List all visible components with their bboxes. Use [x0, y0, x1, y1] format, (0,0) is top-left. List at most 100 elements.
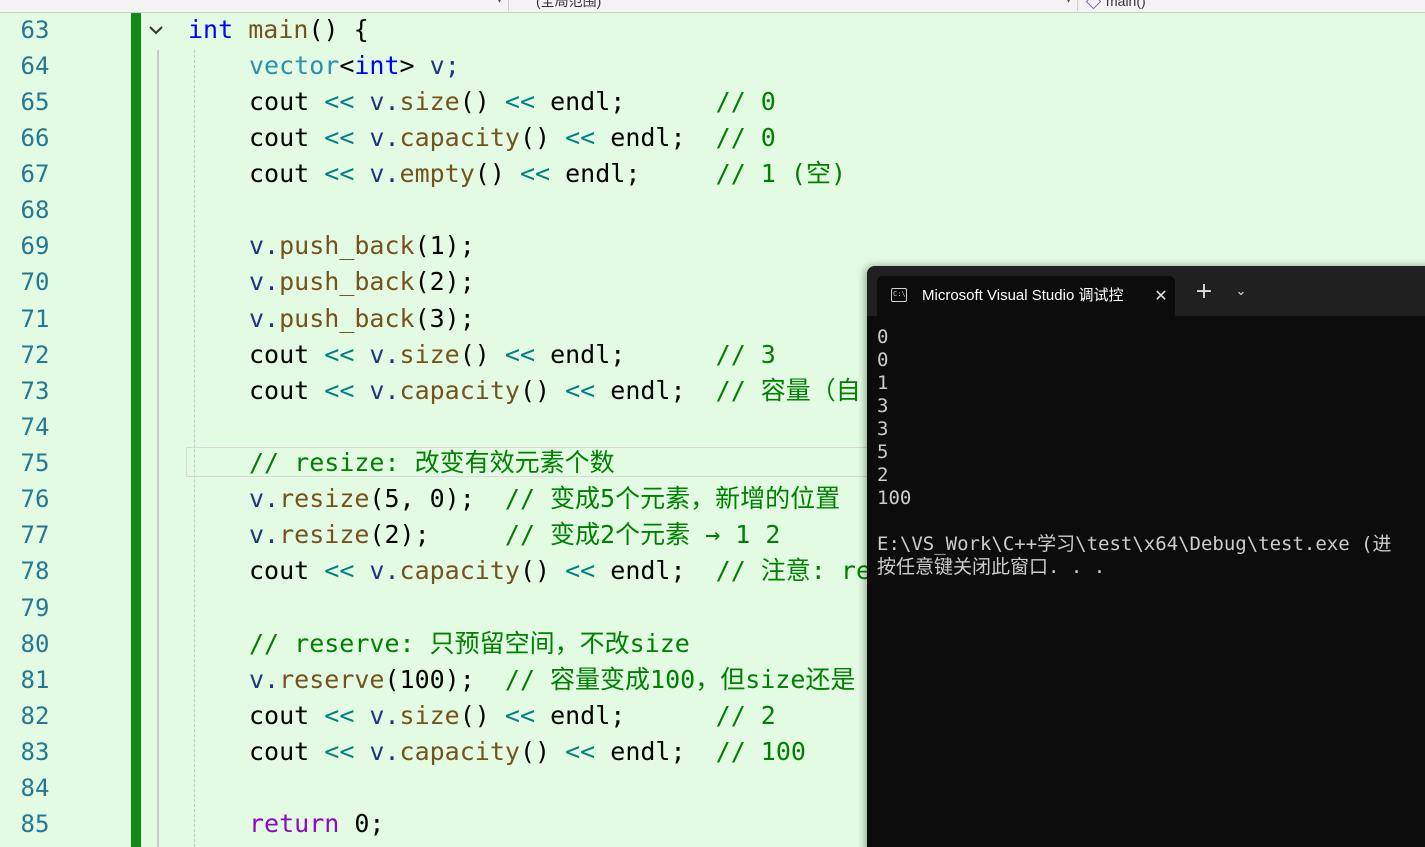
variable: v.: [249, 665, 280, 694]
member-function: capacity: [399, 556, 520, 585]
code-token: (): [519, 737, 566, 766]
code-line: v.push_back(2);: [249, 264, 475, 300]
comment: // 0: [715, 87, 776, 116]
variable: v.: [249, 231, 280, 260]
code-token: endl;: [535, 701, 716, 730]
ide-window: ▾ (全局范围) ▾ main() 63 64 65 66 67 68 69 7…: [0, 0, 1425, 847]
chevron-down-icon[interactable]: ⌄: [1229, 279, 1253, 305]
line-number: 80: [20, 630, 50, 658]
line-number: 70: [20, 268, 50, 296]
method-cube-icon: [1085, 0, 1102, 10]
variable: v.: [249, 520, 280, 549]
variable: v.: [354, 737, 400, 766]
operator: <<: [519, 159, 551, 188]
code-token: cout: [249, 87, 325, 116]
chevron-down-icon: ▾: [1065, 0, 1071, 6]
variable: v.: [249, 484, 280, 513]
code-token: endl;: [595, 123, 716, 152]
variable: v.: [354, 556, 400, 585]
code-line: v.resize(2); // 变成2个元素 → 1 2: [249, 517, 780, 553]
member-function: capacity: [399, 376, 520, 405]
code-line: cout << v.size() << endl; // 3: [249, 337, 776, 373]
code-line: cout << v.capacity() << endl; // 容量（自: [249, 373, 861, 409]
code-token: (1);: [414, 231, 475, 260]
code-token: (): [459, 87, 505, 116]
code-token: (): [519, 556, 566, 585]
code-token: (100);: [384, 665, 505, 694]
fold-chevron-down-icon[interactable]: [146, 20, 166, 40]
project-dropdown[interactable]: ▾: [0, 0, 509, 11]
line-number: 74: [20, 413, 50, 441]
code-token: cout: [249, 556, 325, 585]
line-number: 85: [20, 810, 50, 838]
member-function: size: [399, 701, 460, 730]
code-token: cout: [249, 737, 325, 766]
keyword: int: [188, 15, 234, 44]
console-output[interactable]: 0 0 1 3 3 5 2 100 E:\VS_Work\C++学习\test\…: [877, 326, 1425, 579]
keyword: int: [354, 51, 400, 80]
debug-console-window[interactable]: Microsoft Visual Studio 调试控 ✕ + ⌄ 0 0 1 …: [867, 266, 1425, 847]
new-tab-plus-icon[interactable]: +: [1191, 279, 1217, 305]
close-icon[interactable]: ✕: [1149, 284, 1173, 308]
comment: // 100: [715, 737, 806, 766]
type-name: vector: [249, 51, 340, 80]
code-line: cout << v.capacity() << endl; // 0: [249, 120, 776, 156]
line-number: 79: [20, 594, 50, 622]
operator: <<: [504, 701, 536, 730]
line-number: 69: [20, 232, 50, 260]
operator: <<: [324, 556, 355, 585]
comment: // 变成5个元素，新增的位置: [504, 484, 841, 513]
code-line: v.reserve(100); // 容量变成100，但size还是: [249, 662, 855, 698]
operator: <<: [324, 159, 355, 188]
code-token: (): [519, 376, 566, 405]
operator: <<: [324, 376, 355, 405]
console-output-line: 100: [877, 487, 912, 509]
line-number-current: 75: [20, 449, 50, 477]
scope-dropdown[interactable]: (全局范围) ▾: [512, 0, 1078, 11]
code-token: (): [459, 701, 505, 730]
code-token: (2);: [369, 520, 505, 549]
member-function: size: [399, 340, 460, 369]
code-token: >: [399, 51, 415, 80]
line-number: 73: [20, 377, 50, 405]
console-output-line: 3: [877, 395, 889, 417]
member-function: capacity: [399, 123, 520, 152]
line-number: 63: [20, 16, 50, 44]
variable: v.: [249, 267, 280, 296]
code-token: endl;: [550, 159, 716, 188]
code-line: cout << v.empty() << endl; // 1 (空): [249, 156, 846, 192]
code-token: cout: [249, 340, 325, 369]
code-line: cout << v.capacity() << endl; // 100: [249, 734, 806, 770]
code-token: (2);: [414, 267, 475, 296]
code-line: cout << v.size() << endl; // 0: [249, 84, 776, 120]
code-line: vector<int> v;: [249, 48, 460, 84]
console-tab[interactable]: Microsoft Visual Studio 调试控 ✕: [877, 276, 1175, 316]
line-number: 66: [20, 124, 50, 152]
comment: // reserve: 只预留空间，不改size: [249, 629, 690, 658]
console-output-line: 0: [877, 349, 889, 371]
comment: // 0: [715, 123, 776, 152]
member-dropdown-label: main(): [1106, 0, 1146, 9]
variable: v;: [414, 51, 460, 80]
operator: <<: [565, 376, 596, 405]
line-number: 78: [20, 557, 50, 585]
code-token: endl;: [595, 737, 716, 766]
code-token: endl;: [535, 340, 716, 369]
operator: <<: [565, 556, 596, 585]
member-function: empty: [399, 159, 475, 188]
member-function: push_back: [279, 267, 415, 296]
variable: v.: [354, 376, 400, 405]
line-number: 81: [20, 666, 50, 694]
console-title-bar[interactable]: Microsoft Visual Studio 调试控 ✕ + ⌄: [867, 266, 1425, 316]
member-dropdown[interactable]: main(): [1082, 0, 1425, 11]
code-line: v.push_back(3);: [249, 301, 475, 337]
variable: v.: [354, 340, 400, 369]
code-token: 0;: [339, 809, 385, 838]
member-function: size: [399, 87, 460, 116]
function-name: main: [248, 15, 309, 44]
operator: <<: [324, 340, 355, 369]
code-token: (): [474, 159, 520, 188]
comment: // 3: [715, 340, 776, 369]
indent-guide: [157, 50, 159, 847]
